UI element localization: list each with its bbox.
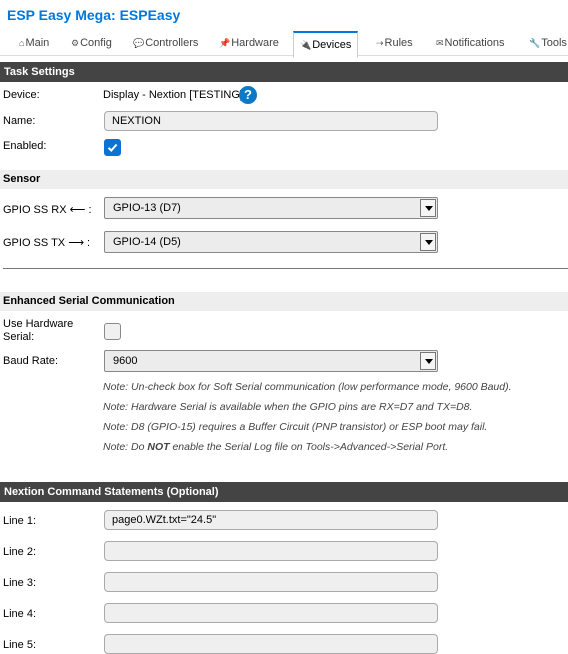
baud-rate-select[interactable]: 9600 (104, 350, 438, 372)
tab-main[interactable]: ⌂Main (19, 32, 49, 54)
tab-label: Controllers (145, 37, 199, 49)
pin-icon: 📌 (219, 38, 231, 48)
hw-serial-label: Use Hardware Serial: (3, 318, 74, 343)
enabled-checkbox[interactable] (104, 139, 121, 156)
tab-label: Devices (312, 39, 352, 51)
chevron-down-icon (420, 199, 436, 217)
gpio-rx-select[interactable]: GPIO-13 (D7) (104, 197, 438, 219)
line-5-input[interactable] (104, 634, 438, 654)
arrow-right-icon: ⇢ (376, 38, 384, 48)
help-circle-icon[interactable]: ? (239, 86, 257, 104)
gpio-tx-value: GPIO-14 (D5) (113, 236, 181, 248)
divider (3, 268, 568, 269)
tab-label: Main (25, 37, 50, 49)
name-label: Name: (3, 115, 36, 127)
baud-rate-label: Baud Rate: (3, 355, 59, 367)
enabled-label: Enabled: (3, 140, 47, 152)
chat-icon: 💬 (133, 38, 145, 48)
note-text: Note: Do (103, 441, 148, 453)
name-input[interactable] (104, 111, 438, 131)
section-header-task-settings: Task Settings (0, 62, 568, 82)
line-4-input[interactable] (104, 603, 438, 623)
tab-hardware[interactable]: 📌Hardware (219, 32, 279, 54)
line-1-input[interactable] (104, 510, 438, 530)
line-1-label: Line 1: (3, 515, 37, 527)
hw-serial-checkbox[interactable] (104, 323, 121, 340)
line-4-label: Line 4: (3, 608, 37, 620)
device-label: Device: (3, 89, 40, 101)
tab-label: Config (80, 37, 112, 49)
tab-config[interactable]: ⚙Config (71, 32, 112, 54)
gpio-tx-select[interactable]: GPIO-14 (D5) (104, 231, 438, 253)
wrench-icon: 🔧 (529, 38, 541, 48)
section-header-commands: Nextion Command Statements (Optional) (0, 482, 568, 502)
note-serial-log: Note: Do NOT enable the Serial Log file … (103, 441, 448, 453)
plug-icon: 🔌 (300, 40, 312, 50)
line-3-input[interactable] (104, 572, 438, 592)
tab-label: Rules (384, 37, 413, 49)
line-2-label: Line 2: (3, 546, 37, 558)
gpio-rx-value: GPIO-13 (D7) (113, 202, 181, 214)
gear-icon: ⚙ (71, 38, 80, 48)
tab-bar: ⌂Main ⚙Config 💬Controllers 📌Hardware 🔌De… (0, 31, 568, 58)
section-header-serial: Enhanced Serial Communication (0, 292, 568, 311)
line-2-input[interactable] (104, 541, 438, 561)
tab-notifications[interactable]: ✉Notifications (436, 32, 504, 54)
tab-controllers[interactable]: 💬Controllers (133, 32, 198, 54)
note-d8-buffer: Note: D8 (GPIO-15) requires a Buffer Cir… (103, 421, 488, 433)
note-emphasis: NOT (147, 441, 170, 453)
tab-devices[interactable]: 🔌Devices (293, 31, 359, 58)
baud-rate-value: 9600 (113, 355, 138, 367)
section-header-sensor: Sensor (0, 170, 568, 189)
envelope-icon: ✉ (436, 38, 444, 48)
gpio-rx-label: GPIO SS RX ⟵ : (3, 204, 92, 216)
home-icon: ⌂ (19, 38, 25, 48)
line-5-label: Line 5: (3, 639, 37, 651)
checkmark-icon (107, 143, 118, 152)
tab-tools[interactable]: 🔧Tools (529, 32, 567, 54)
gpio-tx-label: GPIO SS TX ⟶ : (3, 237, 91, 249)
tab-label: Tools (541, 37, 567, 49)
chevron-down-icon (420, 233, 436, 251)
app-title: ESP Easy Mega: ESPEasy (7, 7, 181, 23)
tab-label: Hardware (231, 37, 279, 49)
note-text: enable the Serial Log file on Tools->Adv… (169, 441, 449, 453)
note-soft-serial: Note: Un-check box for Soft Serial commu… (103, 381, 512, 393)
device-value: Display - Nextion [TESTING] (103, 89, 243, 101)
tab-label: Notifications (444, 37, 505, 49)
tab-rules[interactable]: ⇢Rules (376, 32, 413, 54)
chevron-down-icon (420, 352, 436, 370)
note-hardware-serial: Note: Hardware Serial is available when … (103, 401, 473, 413)
line-3-label: Line 3: (3, 577, 37, 589)
